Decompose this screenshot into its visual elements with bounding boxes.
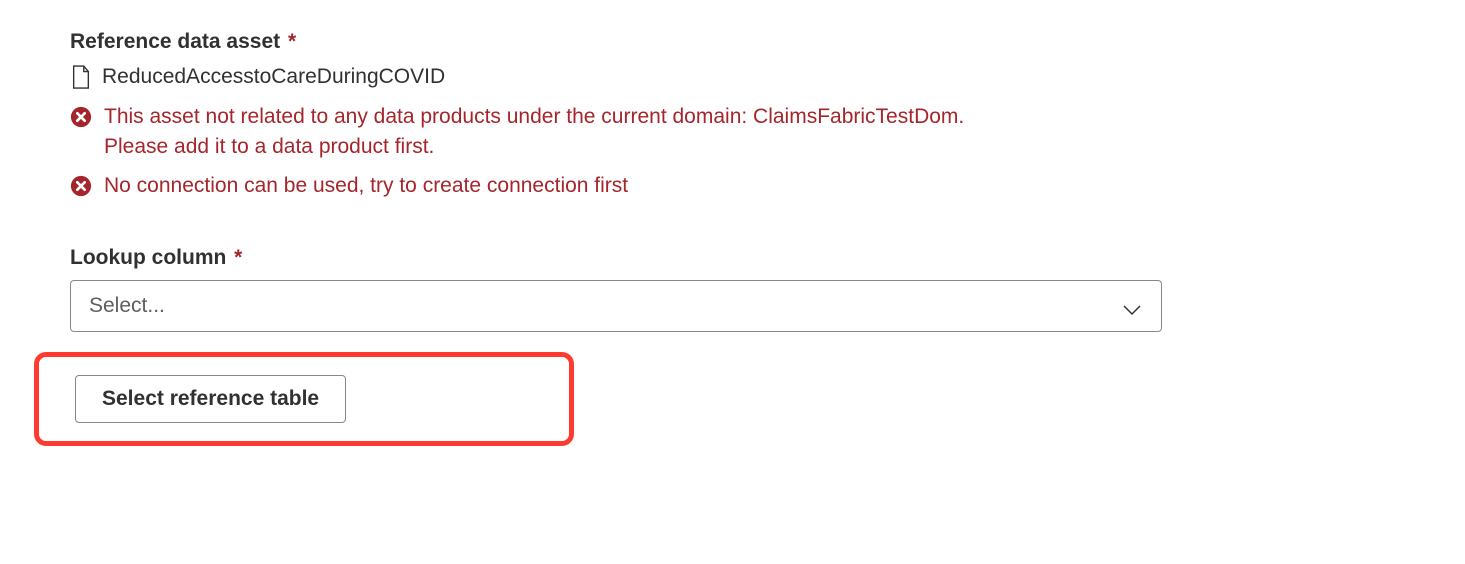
select-reference-table-button[interactable]: Select reference table: [75, 375, 346, 423]
lookup-column-section: Lookup column *: [70, 246, 1395, 332]
required-asterisk: *: [288, 30, 296, 53]
error-row: No connection can be used, try to create…: [70, 171, 1395, 201]
error-text: This asset not related to any data produ…: [104, 102, 1024, 163]
error-circle-icon: [70, 106, 92, 128]
lookup-column-select[interactable]: [70, 280, 1162, 332]
error-circle-icon: [70, 175, 92, 197]
asset-name: ReducedAccesstoCareDuringCOVID: [102, 65, 445, 89]
error-row: This asset not related to any data produ…: [70, 102, 1395, 163]
file-icon: [70, 64, 92, 90]
reference-data-asset-label: Reference data asset *: [70, 30, 1395, 54]
highlight-annotation: Select reference table: [34, 352, 574, 446]
required-asterisk: *: [234, 246, 242, 269]
lookup-column-select-wrapper: [70, 280, 1162, 332]
error-text: No connection can be used, try to create…: [104, 171, 628, 201]
asset-row: ReducedAccesstoCareDuringCOVID: [70, 64, 1395, 90]
lookup-column-label: Lookup column *: [70, 246, 1395, 270]
reference-data-asset-section: Reference data asset * ReducedAccesstoCa…: [70, 30, 1395, 201]
label-text: Reference data asset: [70, 30, 280, 53]
label-text: Lookup column: [70, 246, 226, 269]
